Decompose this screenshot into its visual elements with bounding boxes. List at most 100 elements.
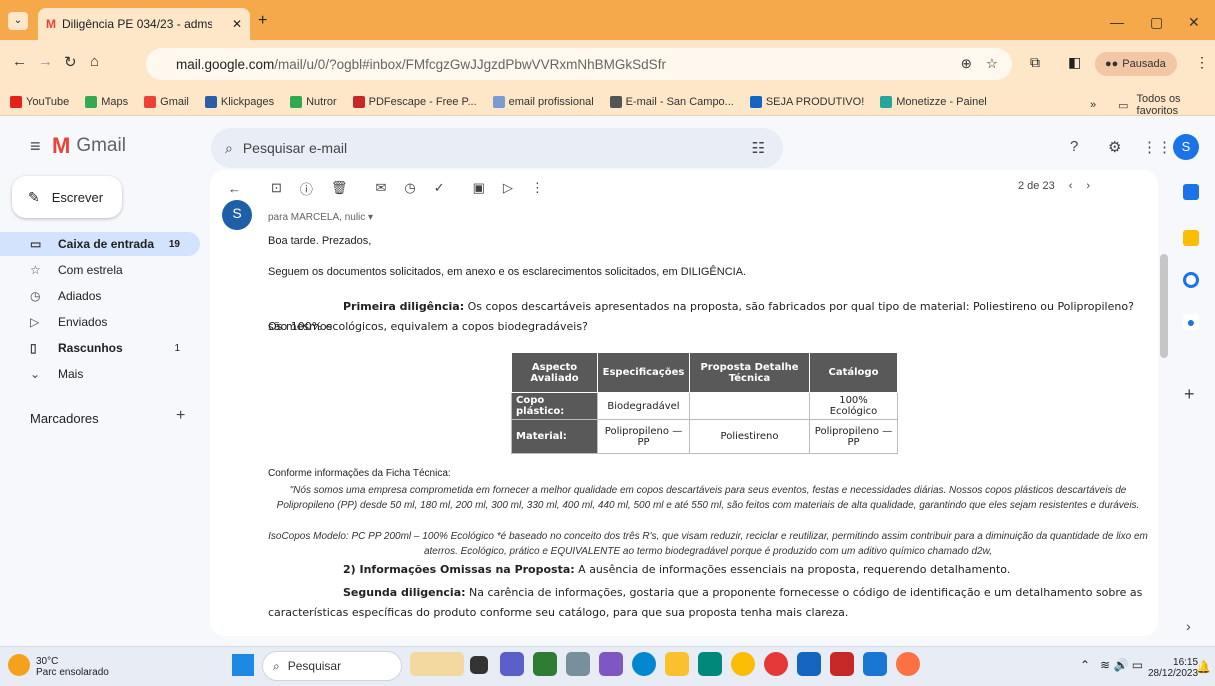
email-scrollbar[interactable] [1160,254,1168,358]
label-icon[interactable]: ▷ [503,180,513,196]
more-actions-icon[interactable]: ⋮ [531,180,544,196]
notification-bell-icon[interactable]: 🔔 [1196,660,1211,674]
add-addon-icon[interactable]: + [1184,384,1195,405]
bookmark-maps[interactable]: Maps [85,95,128,108]
url-bar[interactable]: mail.google.com/mail/u/0/?ogbl#inbox/FMf… [146,48,1012,80]
home-icon[interactable]: ⌂ [90,53,99,70]
bookmark-email-profissional[interactable]: email profissional [492,95,594,108]
compose-button[interactable]: ✎ Escrever [12,176,122,218]
tab-search-button[interactable]: ⌄ [8,12,28,30]
unread-count: 19 [168,238,180,250]
contacts-icon[interactable]: ● [1183,314,1199,330]
teams-icon[interactable] [500,652,524,676]
chrome-icon[interactable] [731,652,755,676]
nav-more[interactable]: ⌄ Mais [0,362,200,386]
reload-icon[interactable]: ↻ [64,53,77,71]
app-icon[interactable] [599,652,623,676]
app-icon[interactable] [764,652,788,676]
bookmark-email-san[interactable]: E-mail - San Campo... [609,95,734,108]
main-menu-icon[interactable]: ≡ [30,136,41,157]
bookmark-gmail[interactable]: Gmail [144,95,189,108]
mail-icon [609,95,622,108]
archive-icon[interactable]: ⊡ [271,180,282,196]
expand-sidepanel-icon[interactable]: › [1186,618,1191,634]
chrome-profile-icon[interactable] [896,652,920,676]
help-icon[interactable]: ? [1070,138,1078,155]
search-input[interactable]: Pesquisar e-mail [243,140,347,156]
tasks-icon[interactable] [1183,272,1199,288]
browser-menu-icon[interactable]: ⋮ [1195,54,1209,71]
search-bar[interactable]: ⌕ Pesquisar e-mail ☷ [211,128,783,168]
widgets-icon[interactable] [410,652,464,676]
restore-icon[interactable]: ▢ [1150,14,1163,31]
zoom-icon[interactable]: ⊕ [961,56,972,72]
star-bookmark-icon[interactable]: ☆ [986,56,998,72]
gmail-logo[interactable]: M Gmail [52,133,126,159]
url-path: /mail/u/0/?ogbl#inbox/FMfcgzGwJJgzdPbwVV… [274,56,666,72]
task-view-icon[interactable] [470,656,488,674]
nav-sent[interactable]: ▷ Enviados [0,310,200,334]
edge-icon[interactable] [632,652,656,676]
weather-widget[interactable]: 30°C Parc ensolarado [36,656,109,678]
app-icon[interactable] [698,652,722,676]
tab-close-icon[interactable]: ✕ [232,17,242,31]
profile-paused-button[interactable]: ●● Pausada [1095,52,1177,76]
browser-tab[interactable]: M Diligência PE 034/23 - admsnd ✕ [38,8,250,40]
bookmark-monetizze[interactable]: Monetizze - Painel [880,95,987,108]
weather-icon[interactable] [8,654,30,676]
chevron-down-icon: ⌄ [30,367,41,381]
windows-start-icon[interactable] [232,654,254,676]
file-explorer-icon[interactable] [665,652,689,676]
nutror-icon [290,95,303,108]
greeting: Boa tarde. Prezados, [268,235,372,247]
nav-snoozed[interactable]: ◷ Adiados [0,284,200,308]
taskbar-search[interactable]: ⌕ Pesquisar [262,651,402,681]
delete-icon[interactable]: 🗑 [331,180,348,196]
settings-icon[interactable]: ⚙ [1108,138,1121,156]
settings-app-icon[interactable] [566,652,590,676]
search-icon[interactable]: ⌕ [225,140,233,157]
more-bookmarks-icon[interactable]: » [1090,99,1096,111]
add-label-icon[interactable]: + [176,407,185,425]
app-icon[interactable] [533,652,557,676]
apps-icon[interactable]: ⋮⋮ [1142,138,1172,156]
nav-drafts[interactable]: ▯ Rascunhos 1 [0,336,200,360]
calendar-icon[interactable] [1183,184,1199,200]
forward-icon[interactable]: → [38,53,53,70]
acrobat-icon[interactable] [830,652,854,676]
bookmark-klickpages[interactable]: Klickpages [204,95,274,108]
recipients[interactable]: para MARCELA, nulic ▾ [268,212,373,223]
clock[interactable]: 16:15 28/12/2023 [1148,657,1198,679]
nav-label: Caixa de entrada [58,237,155,251]
close-window-icon[interactable]: ✕ [1188,14,1200,31]
back-icon[interactable]: ← [12,53,27,70]
all-bookmarks-link[interactable]: Todos os favoritos [1137,93,1215,117]
search-options-icon[interactable]: ☷ [752,139,765,157]
first-diligence-label: Primeira diligência: [343,300,465,313]
star-icon: ☆ [30,263,41,277]
system-tray[interactable]: ⌃ ≋ 🔊 ▭ [1080,658,1143,672]
keep-icon[interactable] [1183,230,1199,246]
bookmark-nutror[interactable]: Nutror [290,95,337,108]
calculator-icon[interactable] [797,652,821,676]
account-avatar[interactable]: S [1173,134,1199,160]
snooze-icon[interactable]: ◷ [404,180,415,196]
minimize-icon[interactable]: — [1110,14,1124,30]
move-to-icon[interactable]: ▣ [473,180,485,196]
add-task-icon[interactable]: ✓ [434,180,445,196]
nav-starred[interactable]: ☆ Com estrela [0,258,200,282]
prev-email-icon[interactable]: ‹ [1069,180,1073,192]
nav-inbox[interactable]: ▭ Caixa de entrada 19 [0,232,200,256]
back-to-inbox-icon[interactable]: ← [228,181,241,196]
mark-unread-icon[interactable]: ✉ [375,180,386,196]
klickpages-icon [204,95,217,108]
extensions-icon[interactable]: ⧉ [1030,54,1040,71]
new-tab-button[interactable]: + [258,12,267,30]
next-email-icon[interactable]: › [1086,180,1090,192]
sidepanel-icon[interactable]: ◧ [1068,54,1081,71]
bookmark-youtube[interactable]: YouTube [10,95,69,108]
bookmark-seja-produtivo[interactable]: SEJA PRODUTIVO! [749,95,864,108]
report-spam-icon[interactable]: ⓘ [300,179,313,198]
word-icon[interactable] [863,652,887,676]
bookmark-pdfescape[interactable]: PDFescape - Free P... [352,95,477,108]
